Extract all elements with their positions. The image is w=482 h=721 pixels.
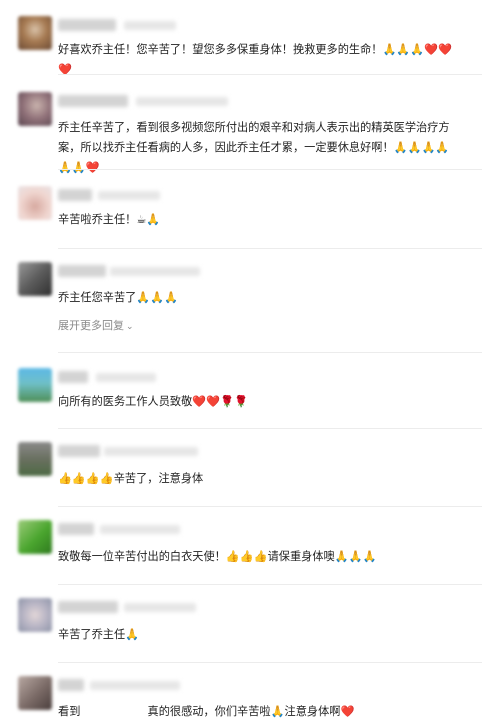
comment-meta [136, 97, 228, 106]
comment-meta [124, 21, 176, 30]
avatar[interactable] [18, 16, 52, 50]
avatar[interactable] [18, 262, 52, 296]
chevron-down-icon: ⌄ [126, 322, 134, 332]
comment-text: 向所有的医务工作人员致敬❤️❤️🌹🌹 [58, 395, 248, 408]
username[interactable] [58, 601, 118, 613]
comment-text: 乔主任您辛苦了🙏🙏🙏 [58, 291, 179, 304]
divider [58, 169, 482, 170]
divider [58, 352, 482, 353]
comment-meta [124, 603, 196, 612]
expand-replies-label: 展开更多回复 [58, 319, 124, 332]
comment-text: 👍👍👍👍辛苦了，注意身体 [58, 472, 204, 485]
avatar[interactable] [18, 442, 52, 476]
username[interactable] [58, 523, 94, 535]
comment-meta [110, 267, 200, 276]
avatar[interactable] [18, 186, 52, 220]
divider [58, 506, 482, 507]
username[interactable] [58, 19, 116, 31]
divider [58, 662, 482, 663]
comment-text: 辛苦啦乔主任！☕🙏 [58, 213, 161, 226]
avatar[interactable] [18, 676, 52, 710]
expand-replies-link[interactable]: 展开更多回复 ⌄ [58, 317, 134, 333]
divider [58, 584, 482, 585]
divider [58, 428, 482, 429]
comment-text: 看到 真的很感动，你们辛苦啦🙏注意身体啊❤️ [58, 702, 462, 721]
comment-text: 致敬每一位辛苦付出的白衣天使！👍👍👍请保重身体噢🙏🙏🙏 [58, 550, 377, 563]
username[interactable] [58, 265, 106, 277]
divider [58, 248, 482, 249]
avatar[interactable] [18, 92, 52, 126]
username[interactable] [58, 189, 92, 201]
comment-meta [96, 373, 156, 382]
avatar[interactable] [18, 598, 52, 632]
avatar[interactable] [18, 520, 52, 554]
comment-feed: 好喜欢乔主任！您辛苦了！望您多多保重身体！挽救更多的生命！🙏🙏🙏❤️❤️❤️ 乔… [0, 0, 482, 721]
username[interactable] [58, 371, 88, 383]
comment-meta [90, 681, 180, 690]
comment-text-visible: 真的很感动，你们辛苦啦🙏注意身体啊❤️ [147, 705, 355, 718]
comment-meta [98, 191, 160, 200]
comment-text-blurred: 看到 [58, 705, 81, 718]
comment-meta [100, 525, 180, 534]
comment-text-blurred-part [80, 705, 147, 718]
username[interactable] [58, 679, 84, 691]
comment-meta [104, 447, 198, 456]
username[interactable] [58, 445, 100, 457]
comment-text: 辛苦了乔主任🙏 [58, 628, 140, 641]
avatar[interactable] [18, 368, 52, 402]
username[interactable] [58, 95, 128, 107]
divider [58, 74, 482, 75]
